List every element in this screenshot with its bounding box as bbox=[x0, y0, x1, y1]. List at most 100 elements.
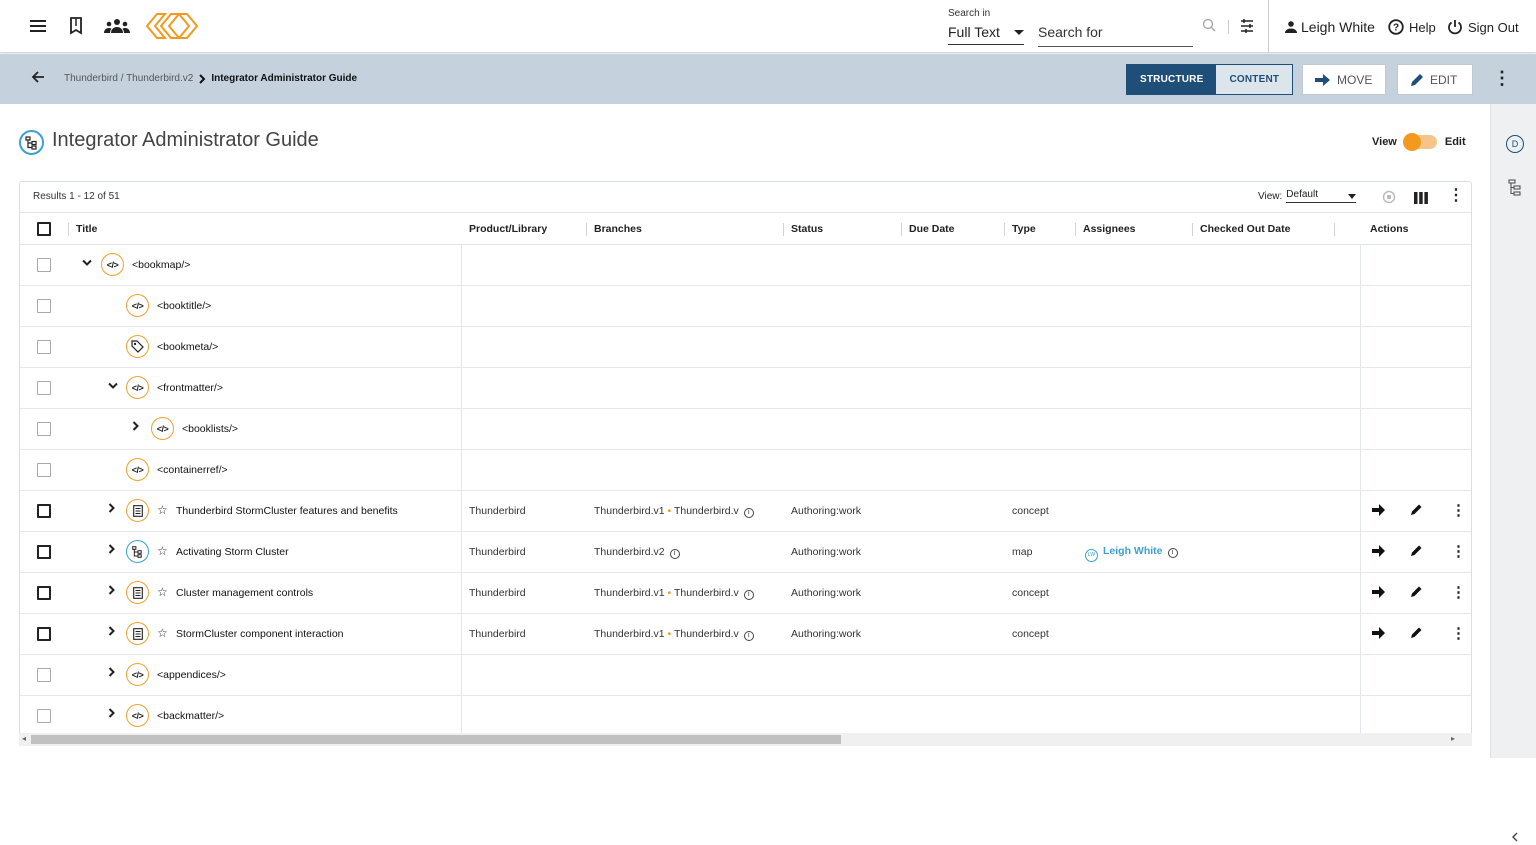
star-icon[interactable]: ☆ bbox=[157, 544, 168, 558]
move-arrow-icon[interactable] bbox=[1372, 544, 1386, 560]
row-checkbox[interactable] bbox=[37, 258, 51, 272]
pencil-icon[interactable] bbox=[1410, 585, 1423, 601]
logo[interactable] bbox=[143, 10, 201, 47]
chevron-down-icon[interactable] bbox=[108, 381, 118, 393]
table-row[interactable]: </> <containerref/> bbox=[20, 450, 1471, 491]
row-title[interactable]: <bookmap/> bbox=[132, 259, 190, 271]
row-checkbox[interactable] bbox=[37, 422, 51, 436]
table-row[interactable]: <bookmeta/> bbox=[20, 327, 1471, 368]
content-tab[interactable]: CONTENT bbox=[1216, 65, 1293, 94]
pencil-icon[interactable] bbox=[1410, 503, 1423, 519]
breadcrumb-path[interactable]: Thunderbird / Thunderbird.v2 bbox=[64, 73, 193, 84]
mode-switch[interactable] bbox=[1402, 133, 1437, 151]
row-title[interactable]: <booklists/> bbox=[182, 423, 238, 435]
chevron-down-icon[interactable] bbox=[82, 258, 92, 270]
row-checkbox[interactable] bbox=[37, 668, 51, 682]
row-title[interactable]: <bookmeta/> bbox=[157, 341, 218, 353]
d-badge-icon[interactable]: D bbox=[1506, 135, 1524, 153]
row-title[interactable]: <containerref/> bbox=[157, 464, 228, 476]
row-title[interactable]: <backmatter/> bbox=[157, 710, 224, 722]
row-checkbox[interactable] bbox=[37, 299, 51, 313]
row-checkbox[interactable] bbox=[37, 463, 51, 477]
branch-primary[interactable]: Thunderbird.v1 bbox=[594, 505, 665, 517]
branch-secondary[interactable]: Thunderbird.v bbox=[674, 587, 739, 599]
col-type[interactable]: Type bbox=[1012, 223, 1036, 235]
refresh-icon[interactable] bbox=[1381, 189, 1397, 210]
star-icon[interactable]: ☆ bbox=[157, 585, 168, 599]
sign-out-button[interactable]: Sign Out bbox=[1447, 19, 1519, 35]
table-row[interactable]: </> <frontmatter/> bbox=[20, 368, 1471, 409]
table-row[interactable]: </> <backmatter/> bbox=[20, 696, 1471, 737]
row-title[interactable]: Activating Storm Cluster bbox=[176, 546, 289, 558]
table-row[interactable]: </> <booktitle/> bbox=[20, 286, 1471, 327]
info-icon[interactable]: i bbox=[1167, 548, 1178, 558]
structure-tab[interactable]: STRUCTURE bbox=[1127, 65, 1217, 94]
table-row[interactable]: </> <booklists/> bbox=[20, 409, 1471, 450]
col-product[interactable]: Product/Library bbox=[469, 223, 547, 235]
chevron-right-icon[interactable] bbox=[108, 503, 116, 516]
table-options-icon[interactable]: ⋮ bbox=[1448, 188, 1464, 204]
chevron-right-icon[interactable] bbox=[108, 708, 116, 721]
row-checkbox[interactable] bbox=[37, 504, 51, 518]
edit-button[interactable]: EDIT bbox=[1397, 64, 1473, 95]
bookmark-icon[interactable] bbox=[64, 14, 88, 38]
star-icon[interactable]: ☆ bbox=[157, 626, 168, 640]
row-title[interactable]: StormCluster component interaction bbox=[176, 628, 344, 640]
row-checkbox[interactable] bbox=[37, 627, 51, 641]
scrollbar-thumb[interactable] bbox=[31, 735, 841, 744]
col-assignees[interactable]: Assignees bbox=[1083, 223, 1136, 235]
table-row[interactable]: </> <bookmap/> bbox=[20, 245, 1471, 286]
chevron-left-icon[interactable] bbox=[1511, 829, 1519, 845]
info-icon[interactable]: i bbox=[743, 631, 754, 641]
move-arrow-icon[interactable] bbox=[1372, 585, 1386, 601]
chevron-right-icon[interactable] bbox=[108, 667, 116, 680]
move-arrow-icon[interactable] bbox=[1372, 503, 1386, 519]
view-edit-toggle[interactable]: View Edit bbox=[1372, 133, 1466, 151]
chevron-right-icon[interactable] bbox=[108, 544, 116, 557]
chevron-right-icon[interactable] bbox=[108, 585, 116, 598]
chevron-right-icon[interactable] bbox=[108, 626, 116, 639]
groups-icon[interactable] bbox=[104, 14, 130, 38]
col-branches[interactable]: Branches bbox=[594, 223, 642, 235]
pencil-icon[interactable] bbox=[1410, 626, 1423, 642]
row-title[interactable]: Thunderbird StormCluster features and be… bbox=[176, 505, 398, 517]
col-status[interactable]: Status bbox=[791, 223, 823, 235]
select-all-checkbox[interactable] bbox=[37, 222, 51, 236]
table-row[interactable]: ☆ StormCluster component interaction Thund… bbox=[20, 614, 1471, 655]
filter-settings-icon[interactable] bbox=[1240, 18, 1254, 39]
pencil-icon[interactable] bbox=[1410, 544, 1423, 560]
row-options-icon[interactable]: ⋮ bbox=[1451, 544, 1466, 559]
table-row[interactable]: ☆ Thunderbird StormCluster features and b… bbox=[20, 491, 1471, 532]
col-checked-out-date[interactable]: Checked Out Date bbox=[1200, 223, 1290, 235]
row-assignee[interactable]: LW Leigh White i bbox=[1085, 545, 1178, 562]
row-checkbox[interactable] bbox=[37, 586, 51, 600]
search-in-select[interactable]: Full Text bbox=[948, 24, 1024, 45]
row-checkbox[interactable] bbox=[37, 709, 51, 723]
star-icon[interactable]: ☆ bbox=[157, 503, 168, 517]
move-arrow-icon[interactable] bbox=[1372, 626, 1386, 642]
columns-icon[interactable] bbox=[1414, 191, 1428, 209]
row-title[interactable]: <frontmatter/> bbox=[157, 382, 223, 394]
info-icon[interactable]: i bbox=[743, 590, 754, 600]
branch-primary[interactable]: Thunderbird.v2 bbox=[594, 546, 665, 558]
info-icon[interactable]: i bbox=[669, 549, 680, 559]
row-options-icon[interactable]: ⋮ bbox=[1451, 626, 1466, 641]
row-title[interactable]: <booktitle/> bbox=[157, 300, 211, 312]
row-options-icon[interactable]: ⋮ bbox=[1451, 503, 1466, 518]
chevron-right-icon[interactable] bbox=[132, 421, 140, 434]
col-due-date[interactable]: Due Date bbox=[909, 223, 955, 235]
view-select[interactable]: View: Default bbox=[1258, 189, 1357, 203]
row-checkbox[interactable] bbox=[37, 381, 51, 395]
col-title[interactable]: Title bbox=[76, 223, 97, 235]
horizontal-scrollbar[interactable]: ◂ ▸ bbox=[19, 733, 1472, 746]
back-arrow-icon[interactable] bbox=[31, 68, 45, 89]
row-checkbox[interactable] bbox=[37, 340, 51, 354]
tree-icon[interactable] bbox=[1508, 179, 1522, 202]
user-menu[interactable]: Leigh White bbox=[1285, 19, 1375, 35]
table-row[interactable]: </> <appendices/> bbox=[20, 655, 1471, 696]
scroll-right-icon[interactable]: ▸ bbox=[1451, 734, 1455, 743]
help-button[interactable]: ? Help bbox=[1388, 19, 1436, 35]
row-title[interactable]: <appendices/> bbox=[157, 669, 226, 681]
more-options-icon[interactable]: ⋮ bbox=[1493, 69, 1511, 87]
move-button[interactable]: MOVE bbox=[1302, 64, 1386, 95]
